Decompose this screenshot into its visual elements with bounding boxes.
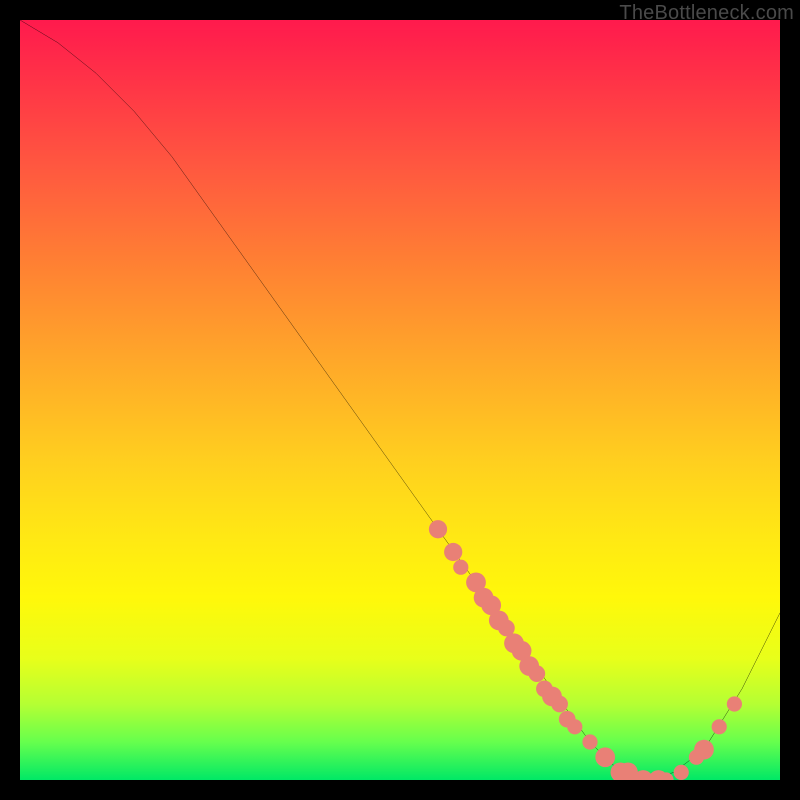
highlight-dot [528, 665, 545, 682]
highlight-dot [595, 747, 615, 767]
highlight-dot [444, 543, 462, 561]
chart-frame: TheBottleneck.com [0, 0, 800, 800]
highlight-dot [567, 719, 582, 734]
plot-area [20, 20, 780, 780]
watermark-text: TheBottleneck.com [619, 2, 794, 25]
highlight-dot [453, 560, 468, 575]
highlight-dots [429, 520, 742, 780]
bottleneck-curve-path [20, 20, 780, 780]
highlight-dot [582, 734, 597, 749]
highlight-dot [429, 520, 447, 538]
highlight-dot [694, 740, 714, 760]
highlight-dot [551, 696, 568, 713]
highlight-dot [674, 765, 689, 780]
highlight-dot [712, 719, 727, 734]
highlight-dot [727, 696, 742, 711]
bottleneck-curve-svg [20, 20, 780, 780]
